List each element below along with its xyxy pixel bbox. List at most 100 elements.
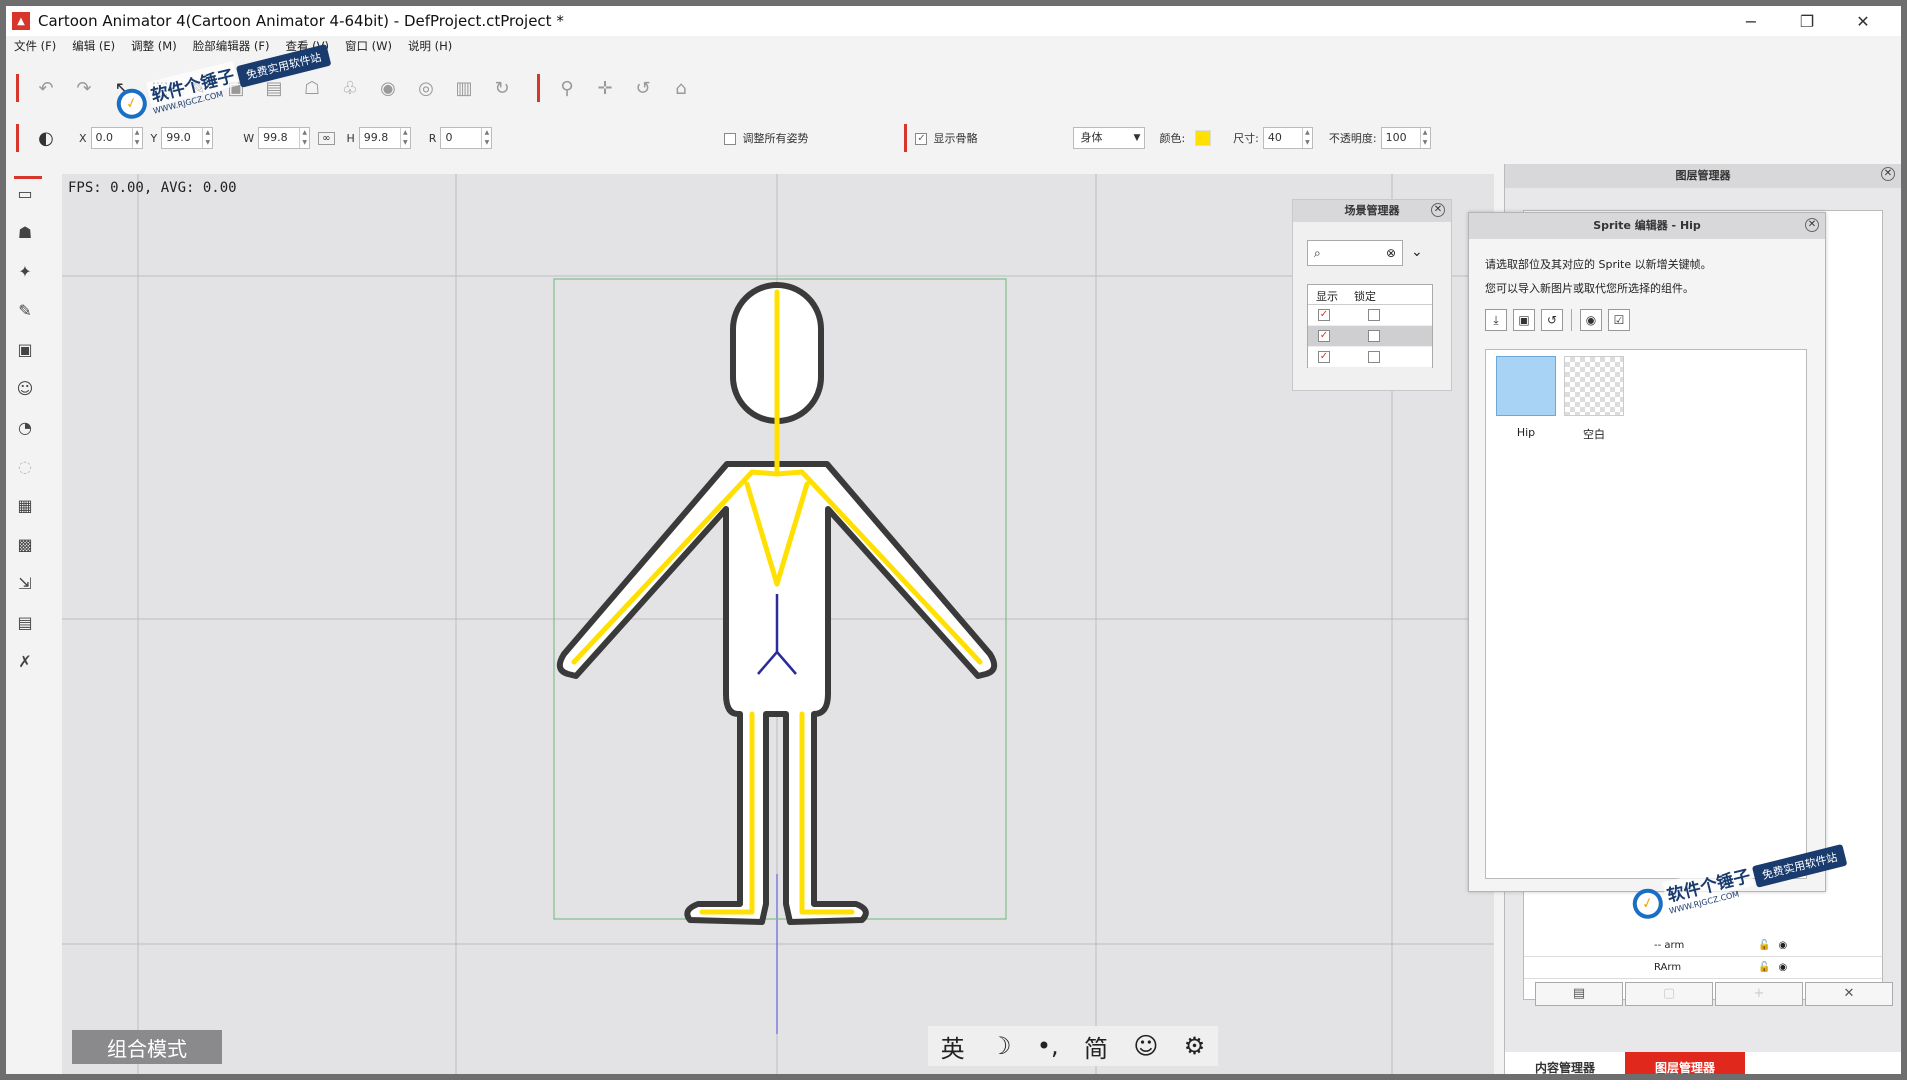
tool-icon-10[interactable]: ◉ — [375, 75, 401, 101]
tool-icon-8[interactable]: ☖ — [299, 75, 325, 101]
export-icon[interactable]: ⇲ — [12, 570, 38, 596]
brush-icon[interactable]: ✎ — [12, 297, 38, 323]
undo-icon[interactable]: ↶ — [33, 75, 59, 101]
tool-icon-13[interactable]: ↻ — [489, 75, 515, 101]
show-checkbox[interactable]: ✓ — [1318, 330, 1330, 342]
visibility-icon[interactable]: ◉ — [1778, 940, 1787, 951]
x-field[interactable]: 0.0 ▲ ▼ — [90, 127, 143, 149]
adjust-all-poses-box[interactable] — [724, 133, 737, 145]
body-select[interactable]: 身体 ▼ — [1073, 127, 1146, 149]
menu-window[interactable]: 窗口 (W) — [345, 38, 392, 58]
menu-adjust[interactable]: 调整 (M) — [131, 38, 177, 58]
link-aspect-button[interactable]: ∞ — [318, 131, 335, 145]
redo-icon[interactable]: ↷ — [71, 75, 97, 101]
layer-delete-button[interactable]: ✕ — [1805, 982, 1893, 1006]
menu-edit[interactable]: 编辑 (E) — [72, 38, 115, 58]
lock-icon[interactable]: 🔓 — [1758, 940, 1770, 951]
frame-icon[interactable]: ▣ — [12, 336, 38, 362]
move-icon[interactable]: ✛ — [592, 75, 618, 101]
show-bones-checkbox[interactable]: ✓ 显示骨骼 — [915, 130, 977, 146]
head-icon[interactable]: ☺ — [12, 375, 38, 401]
scene-search-input[interactable]: ⌕ ⊗ — [1307, 240, 1403, 266]
character-icon[interactable]: ☗ — [12, 219, 38, 245]
instruction-line-1: 请选取部位及其对应的 Sprite 以新增关键帧。 — [1485, 258, 1712, 271]
tool-icon-9[interactable]: ♧ — [337, 75, 363, 101]
clear-search-icon[interactable]: ⊗ — [1386, 241, 1396, 265]
tool-icon-11[interactable]: ◎ — [413, 75, 439, 101]
x-spinner[interactable]: ▲ ▼ — [131, 128, 142, 148]
face-icon[interactable]: ◔ — [12, 414, 38, 440]
r-field[interactable]: 0 ▲ ▼ — [440, 127, 493, 149]
ime-simplified-toggle[interactable]: 简 — [1084, 1029, 1108, 1064]
grid-icon[interactable]: ▦ — [12, 492, 38, 518]
w-field[interactable]: 99.8 ▲ ▼ — [258, 127, 311, 149]
ime-english-toggle[interactable]: 英 — [941, 1029, 965, 1064]
render-icon[interactable]: ▤ — [12, 609, 38, 635]
rotate-icon[interactable]: ↺ — [630, 75, 656, 101]
color-label: 颜色: — [1159, 132, 1186, 145]
import-sprite-icon[interactable]: ⤓ — [1485, 309, 1507, 331]
lock-checkbox[interactable] — [1368, 309, 1380, 321]
layer-row[interactable]: -- arm 🔓 ◉ — [1524, 935, 1882, 957]
moon-icon[interactable]: ☽ — [990, 1032, 1012, 1060]
w-spinner[interactable]: ▲ ▼ — [299, 128, 309, 148]
apply-checkbox-icon[interactable]: ☑ — [1608, 309, 1630, 331]
r-spinner[interactable]: ▲ ▼ — [481, 128, 491, 148]
opacity-spinner[interactable]: ▲ ▼ — [1419, 128, 1430, 148]
preview-eye-icon[interactable]: ◉ — [1580, 309, 1602, 331]
lock-icon[interactable]: 🔓 — [1758, 962, 1770, 973]
scene-row[interactable]: ✓ — [1308, 347, 1432, 368]
punctuation-icon[interactable]: •, — [1037, 1032, 1059, 1060]
size-spinner[interactable]: ▲ ▼ — [1301, 128, 1312, 148]
close-icon[interactable]: ✕ — [1805, 218, 1819, 232]
scene-row[interactable]: ✓ — [1308, 305, 1432, 326]
lock-checkbox[interactable] — [1368, 351, 1380, 363]
opacity-field[interactable]: 100 ▲ ▼ — [1380, 127, 1431, 149]
show-checkbox[interactable]: ✓ — [1318, 309, 1330, 321]
minimize-button[interactable]: − — [1723, 6, 1779, 36]
tab-layer-manager[interactable]: 图层管理器 — [1625, 1052, 1745, 1074]
pose-icon[interactable]: ◐ — [33, 125, 59, 151]
r-value: 0 — [445, 131, 453, 144]
lock-checkbox[interactable] — [1368, 330, 1380, 342]
reset-sprite-icon[interactable]: ↺ — [1541, 309, 1563, 331]
menu-file[interactable]: 文件 (F) — [14, 38, 56, 58]
restore-button[interactable]: ❐ — [1779, 6, 1835, 36]
scene-icon[interactable]: ▭ — [12, 180, 38, 206]
layer-edit-button[interactable]: ▤ — [1535, 982, 1623, 1006]
tiles-icon[interactable]: ▩ — [12, 531, 38, 557]
h-spinner[interactable]: ▲ ▼ — [399, 128, 410, 148]
bone-structure-icon[interactable]: ✗ — [12, 648, 38, 674]
tab-content-manager[interactable]: 内容管理器 — [1505, 1052, 1625, 1075]
settings-gear-icon[interactable]: ⚙ — [1184, 1032, 1206, 1060]
replace-sprite-icon[interactable]: ▣ — [1513, 309, 1535, 331]
menu-help[interactable]: 说明 (H) — [408, 38, 452, 58]
scene-row[interactable]: ✓ — [1308, 326, 1432, 347]
h-field[interactable]: 99.8 ▲ ▼ — [358, 127, 411, 149]
show-checkbox[interactable]: ✓ — [1318, 351, 1330, 363]
close-icon[interactable]: ✕ — [1431, 203, 1445, 217]
sprite-thumb-blank[interactable]: 空白 — [1564, 356, 1624, 442]
bone-icon[interactable]: ✦ — [12, 258, 38, 284]
scene-table: 显示 锁定 ✓ ✓ ✓ — [1307, 284, 1433, 368]
tool-icon-12[interactable]: ▥ — [451, 75, 477, 101]
emoji-icon[interactable]: ☺ — [1133, 1032, 1158, 1060]
chevron-down-icon[interactable]: ⌄ — [1411, 244, 1423, 260]
close-button[interactable]: ✕ — [1835, 6, 1891, 36]
layer-row[interactable]: RArm 🔓 ◉ — [1524, 957, 1882, 979]
home-icon[interactable]: ⌂ — [668, 75, 694, 101]
y-spinner[interactable]: ▲ ▼ — [202, 128, 212, 148]
visibility-icon[interactable]: ◉ — [1778, 962, 1787, 973]
compose-mode-button[interactable]: 组合模式 — [72, 1030, 222, 1064]
stage-canvas[interactable]: FPS: 0.00, AVG: 0.00 组合模式 英 ☽ •, 简 ☺ ⚙ — [62, 174, 1494, 1074]
size-field[interactable]: 40 ▲ ▼ — [1262, 127, 1313, 149]
show-bones-label: 显示骨骼 — [933, 132, 978, 145]
sprite-thumb-hip[interactable]: Hip — [1496, 356, 1556, 439]
puppet-icon[interactable]: ⚲ — [554, 75, 580, 101]
y-field[interactable]: 99.0 ▲ ▼ — [161, 127, 214, 149]
adjust-all-poses-checkbox[interactable]: 调整所有姿势 — [724, 130, 808, 146]
bone-color-swatch[interactable] — [1195, 130, 1212, 146]
show-bones-box[interactable]: ✓ — [915, 133, 928, 145]
close-icon[interactable]: ✕ — [1881, 167, 1895, 181]
layer-copy-button: ▢ — [1625, 982, 1713, 1006]
